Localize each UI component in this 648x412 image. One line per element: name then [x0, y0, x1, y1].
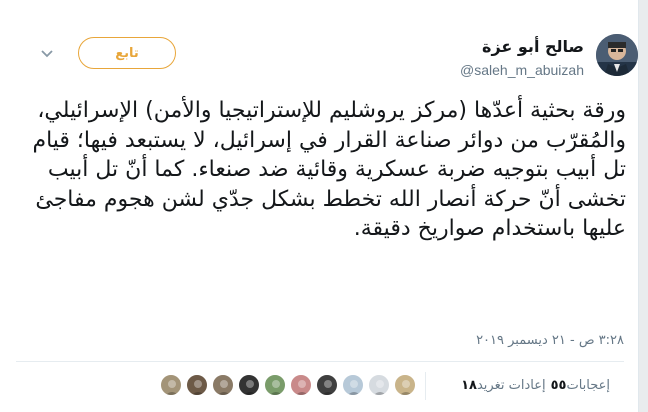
tweet-stats: ١٨ إعادات تغريد ٥٥ إعجابات [456, 374, 624, 396]
liker-avatar-1[interactable] [394, 374, 416, 396]
tweet-timestamp[interactable]: ٣:٢٨ ص - ٢١ ديسمبر ٢٠١٩ [476, 333, 624, 348]
liker-avatar-9[interactable] [186, 374, 208, 396]
follow-button[interactable]: تابع [78, 37, 176, 69]
chevron-down-icon [41, 50, 53, 58]
likes-count: ٥٥ [550, 377, 567, 393]
liker-avatar-7[interactable] [238, 374, 260, 396]
likes-stat[interactable]: ٥٥ إعجابات [546, 378, 610, 393]
liker-avatar-6[interactable] [264, 374, 286, 396]
author-handle[interactable]: @saleh_m_abuizah [460, 62, 584, 78]
liker-avatar-8[interactable] [212, 374, 234, 396]
divider [16, 361, 624, 362]
liker-avatar-2[interactable] [368, 374, 390, 396]
likes-label: إعجابات [566, 377, 610, 393]
liker-avatar-10[interactable] [160, 374, 182, 396]
liker-avatar-5[interactable] [290, 374, 312, 396]
author-avatar[interactable] [596, 34, 638, 76]
liker-avatars [148, 374, 416, 398]
author-name[interactable]: صالح أبو عزة [482, 37, 584, 56]
tweet-text: ورقة بحثية أعدّها (مركز يروشليم للإسترات… [32, 98, 626, 241]
more-options-button[interactable] [38, 47, 56, 61]
retweets-stat[interactable]: ١٨ إعادات تغريد [456, 378, 545, 393]
scrollbar-track[interactable] [639, 0, 648, 412]
liker-avatar-3[interactable] [342, 374, 364, 396]
retweets-count: ١٨ [461, 377, 477, 393]
retweets-label: إعادات تغريد [476, 377, 546, 393]
tweet-card: صالح أبو عزة @saleh_m_abuizah تابع ورقة … [0, 0, 639, 412]
stats-divider [425, 372, 426, 400]
liker-avatar-4[interactable] [316, 374, 338, 396]
